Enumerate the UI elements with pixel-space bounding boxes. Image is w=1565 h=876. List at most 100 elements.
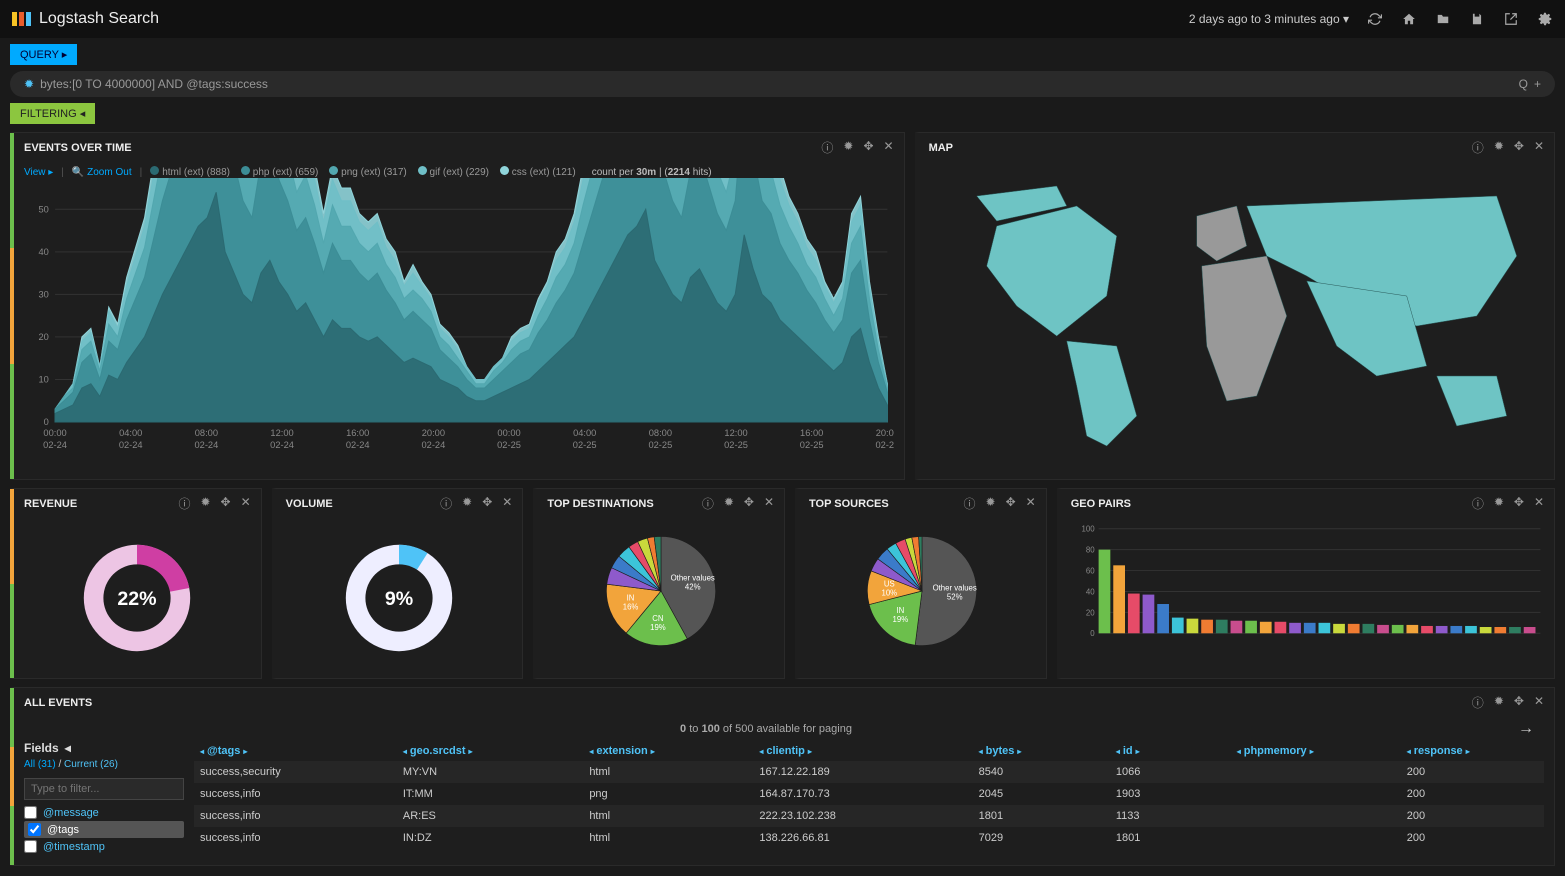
query-gear-icon[interactable]: ✹: [24, 77, 34, 91]
gear-icon[interactable]: ✹: [200, 495, 210, 512]
table-row[interactable]: success,infoAR:EShtml222.23.102.23818011…: [194, 805, 1544, 827]
top-src-pie[interactable]: Other values52%IN19%US10%: [857, 526, 987, 656]
column-header[interactable]: ◂ id ▸: [1116, 745, 1231, 757]
zoom-out-button[interactable]: 🔍 Zoom Out: [72, 167, 132, 178]
fields-all-link[interactable]: All (31): [24, 759, 56, 770]
table-row[interactable]: success,infoIN:DZhtml138.226.66.81702918…: [194, 827, 1544, 849]
svg-text:20:00: 20:00: [876, 428, 894, 438]
column-header[interactable]: ◂ bytes ▸: [979, 745, 1110, 757]
field-item-tags[interactable]: @tags: [24, 821, 184, 838]
fields-filter-input[interactable]: [24, 778, 184, 800]
column-header[interactable]: ◂ clientip ▸: [759, 745, 972, 757]
svg-text:02-25: 02-25: [648, 440, 672, 450]
svg-text:16:00: 16:00: [800, 428, 823, 438]
query-add-icon[interactable]: +: [1534, 77, 1541, 91]
column-header[interactable]: ◂ response ▸: [1407, 745, 1538, 757]
svg-text:20: 20: [1086, 608, 1095, 617]
svg-text:Other values: Other values: [670, 573, 714, 582]
table-row[interactable]: success,securityMY:VNhtml167.12.22.18985…: [194, 761, 1544, 783]
paging-text: 0 to 100 of 500 available for paging: [14, 717, 1518, 741]
info-icon[interactable]: ⓘ: [702, 495, 714, 512]
field-item-message[interactable]: @message: [24, 804, 184, 821]
info-icon[interactable]: ⓘ: [821, 139, 833, 156]
column-header[interactable]: ◂ geo.srcdst ▸: [403, 745, 583, 757]
world-map[interactable]: [929, 166, 1544, 466]
top-dest-pie[interactable]: Other values42%CN19%IN16%: [596, 526, 726, 656]
gear-icon[interactable]: ✹: [1494, 139, 1504, 156]
revenue-panel: REVENUE ⓘ✹✥✕ 22%: [10, 488, 262, 679]
area-chart[interactable]: 0102030405000:0002-2404:0002-2408:0002-2…: [24, 178, 894, 458]
next-page-button[interactable]: →: [1518, 720, 1554, 738]
info-icon[interactable]: ⓘ: [1472, 495, 1484, 512]
svg-text:CN: CN: [652, 614, 663, 623]
move-icon[interactable]: ✥: [863, 139, 873, 156]
panel-title: MAP: [929, 142, 953, 154]
view-dropdown[interactable]: View ▸: [24, 167, 53, 178]
save-icon[interactable]: [1469, 11, 1485, 27]
close-icon[interactable]: ✕: [764, 495, 774, 512]
close-icon[interactable]: ✕: [502, 495, 512, 512]
svg-text:22%: 22%: [118, 588, 157, 610]
legend-item[interactable]: png (ext) (317): [329, 167, 409, 178]
fields-current-link[interactable]: Current (26): [64, 759, 118, 770]
move-icon[interactable]: ✥: [1514, 495, 1524, 512]
query-tab[interactable]: QUERY ▸: [10, 44, 77, 65]
svg-text:42%: 42%: [685, 582, 701, 591]
column-header[interactable]: ◂ extension ▸: [589, 745, 753, 757]
gear-icon[interactable]: ✹: [1494, 694, 1504, 711]
top-destinations-panel: TOP DESTINATIONS ⓘ✹✥✕ Other values42%CN1…: [533, 488, 785, 679]
move-icon[interactable]: ✥: [744, 495, 754, 512]
geo-pairs-bar-chart[interactable]: 020406080100: [1071, 522, 1544, 642]
close-icon[interactable]: ✕: [1534, 694, 1544, 711]
move-icon[interactable]: ✥: [1514, 139, 1524, 156]
volume-donut[interactable]: 9%: [329, 528, 469, 668]
svg-text:40: 40: [1086, 587, 1095, 596]
events-over-time-panel: EVENTS OVER TIME ⓘ ✹ ✥ ✕ View ▸ | 🔍 Zoom…: [10, 132, 905, 480]
svg-text:02-25: 02-25: [724, 440, 748, 450]
move-icon[interactable]: ✥: [482, 495, 492, 512]
svg-text:00:00: 00:00: [43, 428, 66, 438]
time-range-picker[interactable]: 2 days ago to 3 minutes ago ▾: [1189, 12, 1349, 26]
folder-icon[interactable]: [1435, 11, 1451, 27]
info-icon[interactable]: ⓘ: [440, 495, 452, 512]
move-icon[interactable]: ✥: [1514, 694, 1524, 711]
share-icon[interactable]: [1503, 11, 1519, 27]
gear-icon[interactable]: ✹: [462, 495, 472, 512]
gear-icon[interactable]: ✹: [986, 495, 996, 512]
close-icon[interactable]: ✕: [1026, 495, 1036, 512]
filtering-tab[interactable]: FILTERING ◂: [10, 103, 95, 124]
move-icon[interactable]: ✥: [1006, 495, 1016, 512]
gear-icon[interactable]: ✹: [724, 495, 734, 512]
gear-icon[interactable]: [1537, 11, 1553, 27]
info-icon[interactable]: ⓘ: [178, 495, 190, 512]
info-icon[interactable]: ⓘ: [1472, 694, 1484, 711]
svg-text:02-25: 02-25: [497, 440, 521, 450]
close-icon[interactable]: ✕: [1534, 495, 1544, 512]
close-icon[interactable]: ✕: [241, 495, 251, 512]
close-icon[interactable]: ✕: [1534, 139, 1544, 156]
table-row[interactable]: success,infoIT:MMpng164.87.170.732045190…: [194, 783, 1544, 805]
chevron-left-icon: ◂: [65, 741, 71, 755]
gear-icon[interactable]: ✹: [843, 139, 853, 156]
column-header[interactable]: ◂ phpmemory ▸: [1237, 745, 1401, 757]
info-icon[interactable]: ⓘ: [963, 495, 975, 512]
info-icon[interactable]: ⓘ: [1472, 139, 1484, 156]
close-icon[interactable]: ✕: [884, 139, 894, 156]
fields-title[interactable]: Fields ◂: [24, 741, 184, 755]
legend-item[interactable]: html (ext) (888): [150, 167, 233, 178]
column-header[interactable]: ◂ @tags ▸: [200, 745, 397, 757]
move-icon[interactable]: ✥: [221, 495, 231, 512]
query-search-icon[interactable]: Q: [1519, 77, 1528, 91]
legend-item[interactable]: php (ext) (659): [241, 167, 321, 178]
revenue-donut[interactable]: 22%: [67, 528, 207, 668]
svg-text:0: 0: [1090, 629, 1095, 638]
legend-item[interactable]: gif (ext) (229): [418, 167, 492, 178]
top-sources-panel: TOP SOURCES ⓘ✹✥✕ Other values52%IN19%US1…: [795, 488, 1047, 679]
refresh-icon[interactable]: [1367, 11, 1383, 27]
svg-text:02-25: 02-25: [800, 440, 824, 450]
legend-item[interactable]: css (ext) (121): [500, 167, 576, 178]
home-icon[interactable]: [1401, 11, 1417, 27]
field-item-timestamp[interactable]: @timestamp: [24, 838, 184, 855]
query-bar[interactable]: ✹ bytes:[0 TO 4000000] AND @tags:success…: [10, 71, 1555, 97]
gear-icon[interactable]: ✹: [1494, 495, 1504, 512]
